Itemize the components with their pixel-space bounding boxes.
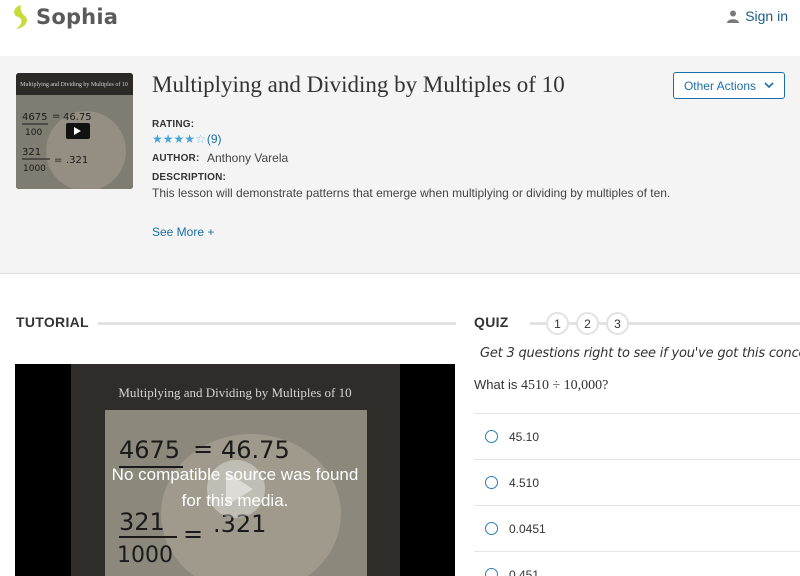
answer-label: 45.10 (509, 429, 540, 444)
quiz-divider (530, 322, 800, 325)
other-actions-label: Other Actions (683, 78, 757, 93)
sophia-leaf-icon (14, 5, 27, 29)
lesson-description: This lesson will demonstrate patterns th… (152, 186, 671, 200)
video-error-line-2: for this media. (181, 491, 289, 510)
quiz-question-2[interactable]: 2 (576, 312, 599, 335)
thumb-line2-den: 1000 (23, 164, 46, 174)
radio-button[interactable] (485, 476, 498, 489)
rating-stars[interactable]: ★★★★☆ (9) (152, 130, 222, 148)
video-error-message: No compatible source was found for this … (15, 462, 455, 514)
other-actions-button[interactable]: Other Actions (673, 72, 785, 99)
svg-text:46.75: 46.75 (221, 436, 290, 464)
user-icon (727, 10, 740, 23)
question-expression: 4510 ÷ 10,000? (520, 378, 609, 393)
chevron-down-icon (764, 82, 774, 89)
svg-text:=: = (54, 155, 62, 166)
rating-count[interactable]: (9) (207, 132, 222, 146)
brand-name: Sophia (36, 5, 119, 29)
radio-button[interactable] (485, 522, 498, 535)
star-group: ★★★★☆ (152, 130, 206, 148)
lesson-title: Multiplying and Dividing by Multiples of… (152, 72, 565, 97)
thumb-line1-right: 46.75 (63, 112, 92, 123)
quiz-heading: QUIZ (474, 314, 509, 330)
sophia-logo[interactable]: Sophia (10, 2, 118, 32)
see-more-link[interactable]: See More + (152, 225, 214, 239)
thumb-line2-left: 321 (22, 147, 41, 158)
thumb-line1-left: 4675 (22, 112, 47, 123)
rating-label: RATING: (152, 119, 195, 130)
svg-text:=: = (193, 435, 213, 463)
lesson-thumbnail[interactable]: Multiplying and Dividing by Multiples of… (16, 73, 133, 189)
quiz-question-1[interactable]: 1 (546, 312, 569, 335)
thumb-line2-right: .321 (66, 155, 88, 166)
video-caption: Multiplying and Dividing by Multiples of… (118, 385, 351, 400)
sign-in-link[interactable]: Sign in (727, 8, 788, 24)
answer-label: 0.451 (509, 567, 540, 576)
thumb-caption: Multiplying and Dividing by Multiples of… (20, 81, 128, 88)
star-filled-icon: ★ (184, 132, 196, 146)
video-error-line-1: No compatible source was found (111, 465, 359, 484)
tutorial-heading: TUTORIAL (16, 314, 89, 330)
star-filled-icon: ★ (162, 132, 174, 146)
star-empty-icon: ☆ (195, 132, 206, 146)
svg-text:4675: 4675 (119, 436, 180, 464)
question-prefix: What is (474, 377, 521, 392)
star-filled-icon: ★ (152, 132, 163, 146)
answer-option-1[interactable]: 45.10 (474, 413, 800, 459)
quiz-banner: Get 3 questions right to see if you've g… (480, 346, 800, 361)
top-bar: Sophia Sign in (0, 0, 800, 56)
answer-option-3[interactable]: 0.0451 (474, 505, 800, 551)
answer-label: 4.510 (509, 475, 540, 490)
tutorial-divider (98, 322, 456, 325)
star-filled-icon: ★ (173, 132, 185, 146)
quiz-question-3[interactable]: 3 (606, 312, 629, 335)
answer-option-4[interactable]: 0.451 (474, 551, 800, 576)
answer-option-2[interactable]: 4.510 (474, 459, 800, 505)
sign-in-label: Sign in (745, 8, 788, 24)
author-label: AUTHOR: (152, 153, 200, 164)
answer-label: 0.0451 (509, 521, 546, 536)
description-label: DESCRIPTION: (152, 172, 227, 183)
radio-button[interactable] (485, 568, 498, 576)
lesson-panel: Multiplying and Dividing by Multiples of… (0, 56, 800, 274)
thumb-line1-den: 100 (25, 128, 42, 138)
svg-text:=: = (183, 520, 203, 548)
svg-text:1000: 1000 (117, 543, 173, 568)
video-player[interactable]: Multiplying and Dividing by Multiples of… (15, 364, 455, 576)
quiz-question: What is 4510 ÷ 10,000? (474, 377, 608, 394)
radio-button[interactable] (485, 430, 498, 443)
svg-text:=: = (52, 111, 60, 122)
author-name: Anthony Varela (207, 151, 289, 165)
